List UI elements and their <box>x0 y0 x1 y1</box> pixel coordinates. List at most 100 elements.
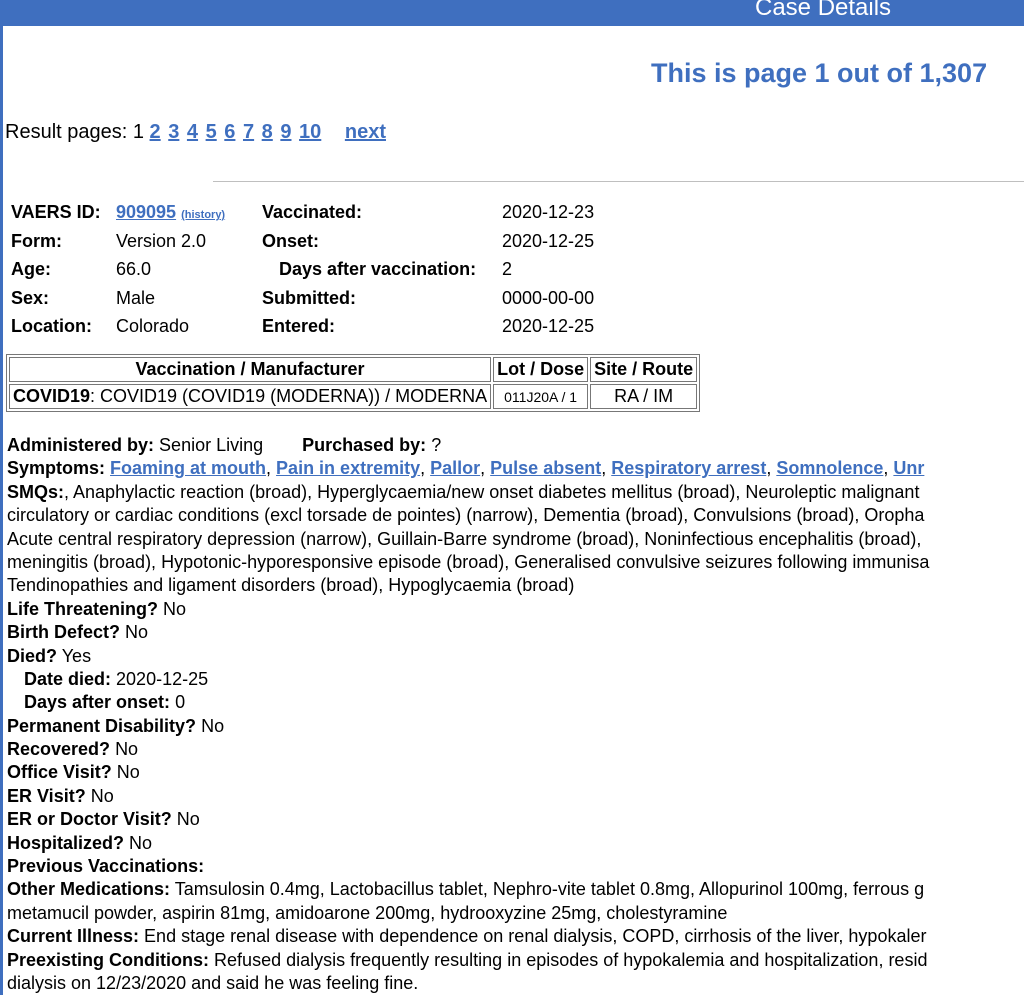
entered-label: Entered: <box>262 316 336 336</box>
recovered-value: No <box>115 739 139 760</box>
entered-value: 2020-12-25 <box>502 316 595 336</box>
vaccine-name: COVID19 <box>13 386 91 406</box>
submitted-label: Submitted: <box>262 287 356 308</box>
days-after-onset-value: 0 <box>175 692 186 713</box>
symptom-link-somnolence[interactable]: Somnolence <box>776 458 883 478</box>
vaccination-table: Vaccination / Manufacturer Lot / Dose Si… <box>6 354 701 412</box>
symptom-link-pain-in-extremity[interactable]: Pain in extremity <box>276 458 420 478</box>
vaccinated-label: Vaccinated: <box>262 202 363 222</box>
administered-value: Senior Living <box>159 435 264 455</box>
days-after-vaccination-label: Days after vaccination: <box>279 259 477 279</box>
permanent-disability-value: No <box>201 715 225 736</box>
form-label: Form: <box>11 230 62 251</box>
er-visit-value: No <box>90 785 114 806</box>
preexisting-conditions-label: Preexisting Conditions: <box>7 949 210 970</box>
pager-current-page: 1 <box>132 121 144 143</box>
pager-link-10[interactable]: 10 <box>299 121 321 143</box>
preexisting-conditions-text-2: dialysis on 12/23/2020 and said he was f… <box>7 972 419 993</box>
col-site-route: Site / Route <box>590 357 698 382</box>
smqs-text-2: circulatory or cardiac conditions (excl … <box>7 505 925 526</box>
symptom-link-pallor[interactable]: Pallor <box>430 458 480 478</box>
preexisting-conditions-text-1: Refused dialysis frequently resulting in… <box>214 949 928 970</box>
vaccinated-value: 2020-12-23 <box>502 202 595 222</box>
symptoms-label: Symptoms: <box>7 458 106 479</box>
smqs-text-5: Tendinopathies and ligament disorders (b… <box>7 575 575 596</box>
recovered-label: Recovered? <box>7 739 111 760</box>
age-label: Age: <box>11 259 51 279</box>
pager-link-4[interactable]: 4 <box>187 121 198 143</box>
onset-label: Onset: <box>262 230 320 251</box>
date-died-label: Date died: <box>24 668 112 689</box>
office-visit-label: Office Visit? <box>7 762 112 783</box>
vaccination-cell: COVID19: COVID19 (COVID19 (MODERNA)) / M… <box>9 384 492 409</box>
life-threatening-value: No <box>163 598 187 619</box>
pager-next-link[interactable]: next <box>345 121 386 143</box>
location-label: Location: <box>11 316 92 336</box>
pager-link-3[interactable]: 3 <box>168 121 179 143</box>
hospitalized-label: Hospitalized? <box>7 832 125 853</box>
smqs-label: SMQs: <box>7 481 65 502</box>
left-border <box>0 0 3 995</box>
current-illness-label: Current Illness: <box>7 926 140 947</box>
table-row: COVID19: COVID19 (COVID19 (MODERNA)) / M… <box>9 384 698 409</box>
pager-link-7[interactable]: 7 <box>243 121 254 143</box>
symptom-link-pulse-absent[interactable]: Pulse absent <box>490 458 601 478</box>
case-details: Administered by: Senior Living Purchased… <box>7 434 1024 995</box>
lot-dose-cell: 011J20A / 1 <box>493 384 589 409</box>
pager-link-9[interactable]: 9 <box>280 121 291 143</box>
life-threatening-label: Life Threatening? <box>7 598 159 619</box>
pager-link-2[interactable]: 2 <box>150 121 161 143</box>
result-pager: Result pages: 1 2 3 4 5 6 7 8 9 10 next <box>5 121 386 144</box>
col-lot-dose: Lot / Dose <box>493 357 589 382</box>
vaers-id-link[interactable]: 909095 <box>116 202 176 222</box>
col-vaccination-manufacturer: Vaccination / Manufacturer <box>9 357 492 382</box>
current-illness-text: End stage renal disease with dependence … <box>144 926 927 947</box>
sex-value: Male <box>116 287 156 308</box>
birth-defect-value: No <box>125 622 149 643</box>
site-route-cell: RA / IM <box>590 384 698 409</box>
days-after-vaccination-value: 2 <box>502 259 513 279</box>
page-title: Case Details <box>755 0 892 21</box>
er-visit-label: ER Visit? <box>7 785 86 806</box>
pager-link-5[interactable]: 5 <box>206 121 217 143</box>
pager-label: Result pages: <box>5 121 128 143</box>
location-value: Colorado <box>116 316 190 336</box>
divider <box>213 181 1024 182</box>
symptom-link-unresponsive[interactable]: Unr <box>893 458 924 478</box>
date-died-value: 2020-12-25 <box>116 668 209 689</box>
symptom-link-foaming-at-mouth[interactable]: Foaming at mouth <box>110 458 266 478</box>
permanent-disability-label: Permanent Disability? <box>7 715 197 736</box>
hospitalized-value: No <box>129 832 153 853</box>
history-link[interactable]: (history) <box>181 209 225 221</box>
submitted-value: 0000-00-00 <box>502 287 595 308</box>
smqs-text-4: meningitis (broad), Hypotonic-hyporespon… <box>7 551 930 572</box>
administered-label: Administered by: <box>7 435 155 455</box>
onset-value: 2020-12-25 <box>502 230 595 251</box>
vaers-id-label: VAERS ID: <box>11 202 101 222</box>
page-count: This is page 1 out of 1,307 <box>651 58 988 88</box>
office-visit-value: No <box>116 762 140 783</box>
table-header-row: Vaccination / Manufacturer Lot / Dose Si… <box>9 357 698 382</box>
birth-defect-label: Birth Defect? <box>7 622 121 643</box>
died-label: Died? <box>7 645 58 666</box>
symptoms-line: Symptoms: Foaming at mouth, Pain in extr… <box>7 458 925 479</box>
er-doctor-visit-label: ER or Doctor Visit? <box>7 809 172 830</box>
previous-vaccinations-label: Previous Vaccinations: <box>7 856 205 877</box>
form-value: Version 2.0 <box>116 230 207 251</box>
title-bar: Case Details <box>3 0 1024 26</box>
other-medications-text-1: Tamsulosin 0.4mg, Lactobacillus tablet, … <box>174 879 925 900</box>
vaccine-manufacturer: : COVID19 (COVID19 (MODERNA)) / MODERNA <box>90 386 488 406</box>
pager-link-6[interactable]: 6 <box>224 121 235 143</box>
er-doctor-visit-value: No <box>176 809 200 830</box>
other-medications-text-2: metamucil powder, aspirin 81mg, amidoaro… <box>7 902 728 923</box>
age-value: 66.0 <box>116 259 152 279</box>
pager-link-8[interactable]: 8 <box>262 121 273 143</box>
smqs-text-1: , Anaphylactic reaction (broad), Hypergl… <box>64 481 920 502</box>
purchased-label: Purchased by: <box>302 435 427 455</box>
days-after-onset-label: Days after onset: <box>24 692 171 713</box>
other-medications-label: Other Medications: <box>7 879 171 900</box>
sex-label: Sex: <box>11 287 50 308</box>
purchased-value: ? <box>431 435 442 455</box>
smqs-text-3: Acute central respiratory depression (na… <box>7 528 922 549</box>
symptom-link-respiratory-arrest[interactable]: Respiratory arrest <box>611 458 766 478</box>
